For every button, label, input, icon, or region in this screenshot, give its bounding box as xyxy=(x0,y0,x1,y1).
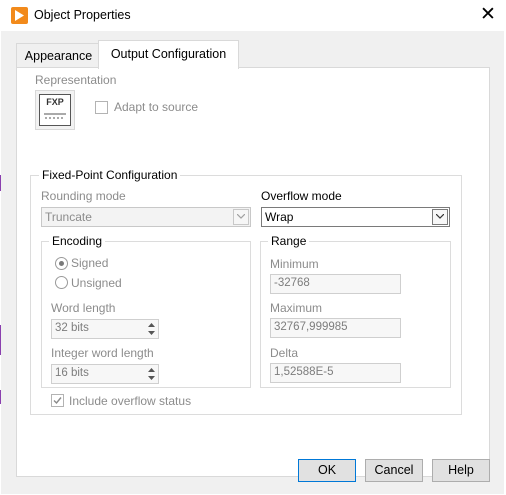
chevron-down-icon xyxy=(233,209,249,225)
delta-label: Delta xyxy=(270,346,299,360)
include-overflow-checkbox[interactable] xyxy=(51,394,64,407)
unsigned-radio[interactable] xyxy=(55,276,68,289)
delta-value: 1,52588E-5 xyxy=(274,366,334,378)
signed-label: Signed xyxy=(71,256,109,270)
encoding-title: Encoding xyxy=(49,234,106,248)
signed-radio[interactable] xyxy=(55,257,68,270)
tab-appearance[interactable]: Appearance xyxy=(16,43,101,68)
rounding-mode-value: Truncate xyxy=(45,210,92,224)
title-bar[interactable]: Object Properties ✕ xyxy=(1,0,504,31)
include-overflow-label: Include overflow status xyxy=(69,394,192,408)
app-icon xyxy=(11,7,28,24)
chevron-down-icon xyxy=(432,209,448,225)
rounding-mode-label: Rounding mode xyxy=(41,189,126,203)
minimum-field[interactable]: -32768 xyxy=(270,274,401,294)
integer-word-length-label: Integer word length xyxy=(51,346,154,360)
maximum-field[interactable]: 32767,999985 xyxy=(270,318,401,338)
integer-word-length-value: 16 bits xyxy=(55,367,89,379)
overflow-mode-select[interactable]: Wrap xyxy=(261,207,450,227)
ok-button[interactable]: OK xyxy=(298,459,356,482)
minimum-label: Minimum xyxy=(270,257,319,271)
maximum-value: 32767,999985 xyxy=(274,321,348,333)
spinner-arrows-icon[interactable] xyxy=(146,366,157,382)
word-length-stepper[interactable]: 32 bits xyxy=(51,319,159,339)
overflow-mode-label: Overflow mode xyxy=(261,189,342,203)
cancel-button[interactable]: Cancel xyxy=(365,459,423,482)
range-title: Range xyxy=(268,234,310,248)
unsigned-label: Unsigned xyxy=(71,276,122,290)
representation-button[interactable]: FXP xyxy=(35,90,75,130)
integer-word-length-stepper[interactable]: 16 bits xyxy=(51,364,159,384)
help-button[interactable]: Help xyxy=(432,459,490,482)
adapt-to-source-label: Adapt to source xyxy=(114,100,199,114)
word-length-value: 32 bits xyxy=(55,322,89,334)
fixed-point-title: Fixed-Point Configuration xyxy=(39,168,181,182)
checkmark-icon xyxy=(53,397,62,405)
minimum-value: -32768 xyxy=(274,277,310,289)
word-length-label: Word length xyxy=(51,301,116,315)
dialog-body: Appearance Output Configuration Represen… xyxy=(1,31,504,494)
overflow-mode-value: Wrap xyxy=(265,210,294,224)
fxp-icon: FXP xyxy=(39,94,71,126)
tab-panel: Representation FXP Adapt to source Fixed… xyxy=(16,67,490,477)
tab-output-configuration[interactable]: Output Configuration xyxy=(98,40,239,69)
maximum-label: Maximum xyxy=(270,301,323,315)
window-title: Object Properties xyxy=(34,8,131,22)
spinner-arrows-icon[interactable] xyxy=(146,321,157,337)
adapt-to-source-checkbox[interactable] xyxy=(95,101,108,114)
delta-field[interactable]: 1,52588E-5 xyxy=(270,363,401,383)
rounding-mode-select[interactable]: Truncate xyxy=(41,207,251,227)
representation-label: Representation xyxy=(35,73,117,87)
fxp-icon-text: FXP xyxy=(46,97,64,107)
close-icon[interactable]: ✕ xyxy=(475,3,501,27)
